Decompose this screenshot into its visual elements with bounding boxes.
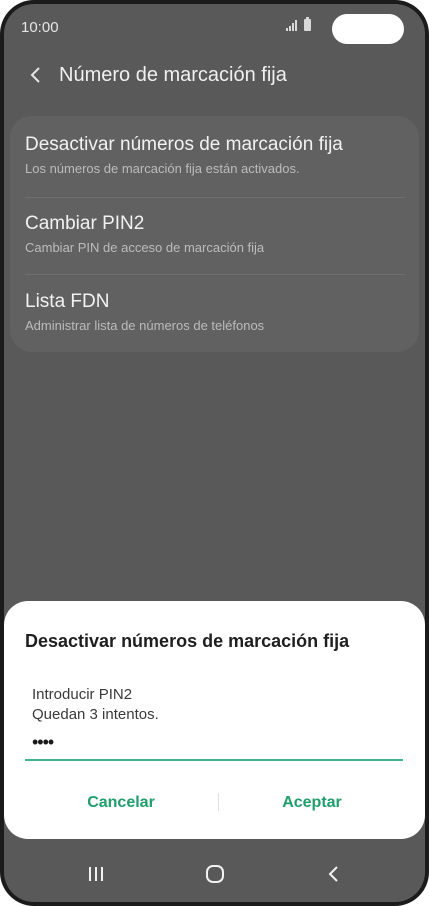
status-time: 10:00	[21, 19, 59, 36]
settings-item-subtitle: Administrar lista de números de teléfono…	[25, 318, 265, 333]
settings-item-title: Lista FDN	[25, 291, 110, 312]
recents-icon[interactable]	[76, 856, 116, 892]
screen: 10:00 Número de marcación fija Desactiva…	[4, 4, 425, 902]
device-frame: 10:00 Número de marcación fija Desactiva…	[0, 0, 429, 906]
pin2-dialog: Desactivar números de marcación fija Int…	[4, 601, 425, 839]
divider	[25, 274, 405, 275]
settings-item-change-pin2[interactable]: Cambiar PIN2 Cambiar PIN de acceso de ma…	[25, 213, 405, 255]
back-nav-icon[interactable]	[314, 856, 354, 892]
settings-card: Desactivar números de marcación fija Los…	[10, 116, 419, 352]
app-bar: Número de marcación fija	[4, 56, 425, 96]
chevron-left-icon[interactable]	[22, 60, 52, 90]
settings-item-title: Desactivar números de marcación fija	[25, 134, 343, 155]
home-icon[interactable]	[195, 856, 235, 892]
cancel-button[interactable]: Cancelar	[16, 785, 226, 821]
settings-item-title: Cambiar PIN2	[25, 213, 145, 234]
settings-item-subtitle: Cambiar PIN de acceso de marcación fija	[25, 240, 265, 255]
page-title: Número de marcación fija	[59, 64, 287, 86]
settings-item-subtitle: Los números de marcación fija están acti…	[25, 161, 300, 176]
camera-cutout	[332, 14, 404, 44]
dialog-message-line: Quedan 3 intentos.	[32, 706, 159, 723]
settings-item-fdn-list[interactable]: Lista FDN Administrar lista de números d…	[25, 291, 405, 333]
dialog-message: Introducir PIN2 Quedan 3 intentos.	[32, 685, 159, 725]
divider	[25, 197, 405, 198]
settings-item-disable-fdn[interactable]: Desactivar números de marcación fija Los…	[25, 134, 405, 176]
pin2-input[interactable]	[25, 729, 392, 755]
dialog-title: Desactivar números de marcación fija	[25, 631, 350, 651]
accept-button[interactable]: Aceptar	[210, 785, 414, 821]
pin2-field-container	[25, 729, 403, 761]
battery-icon	[304, 17, 311, 31]
dialog-message-line: Introducir PIN2	[32, 686, 133, 703]
navigation-bar	[4, 846, 425, 902]
signal-icon	[286, 20, 297, 31]
status-bar: 10:00	[4, 4, 425, 48]
